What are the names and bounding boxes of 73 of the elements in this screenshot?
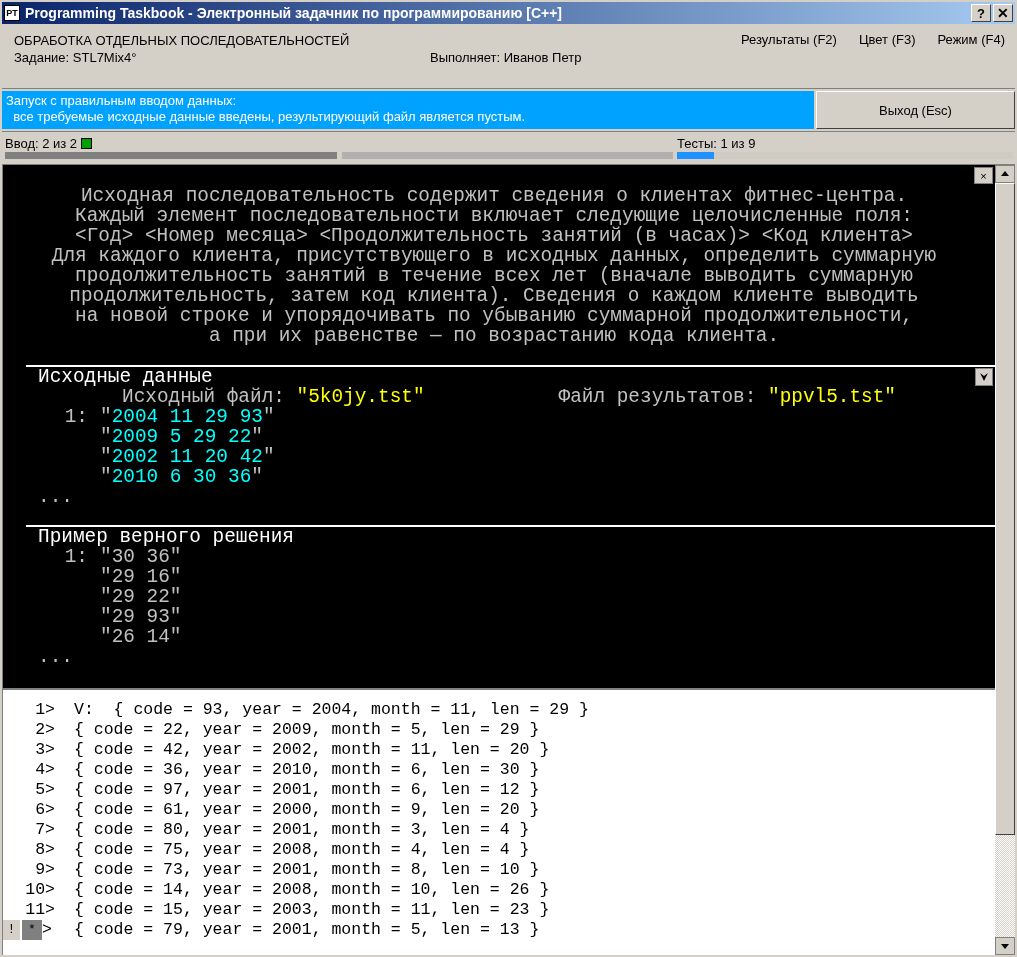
task-description-line: продолжительность занятий в течение всех лет (вначале выводить суммарную <box>75 266 913 286</box>
input-data-value: "2002 11 20 42" <box>100 447 275 467</box>
debug-output-line: { code = 36, year = 2010, month = 6, len = 30 } <box>74 760 540 780</box>
tests-count: Тесты: 1 из 9 <box>677 134 757 152</box>
title-bar-button[interactable]: ✕ <box>993 4 1013 22</box>
task-description-line: Для каждого клиента, присутствующего в исходных данных, определить суммарную <box>51 246 937 266</box>
data-index: 1: <box>64 547 88 567</box>
app-logo: PT <box>4 5 20 21</box>
debug-output-line: { code = 61, year = 2000, month = 9, len = 20 } <box>74 800 540 820</box>
line-number: 11> <box>24 900 55 920</box>
line-number: 4> <box>34 760 55 780</box>
example-data-value: "29 22" <box>100 587 182 607</box>
section-heading: Пример верного решения <box>38 527 294 547</box>
error-flag: ! <box>3 920 20 940</box>
task-description-line: продолжительность, затем код клиента). Сведения о каждом клиенте выводить <box>69 286 919 306</box>
collapse-icon[interactable] <box>975 368 993 386</box>
input-file-label: Исходный файл: <box>122 387 286 407</box>
close-button[interactable]: × <box>974 167 993 184</box>
debug-output-line: { code = 73, year = 2001, month = 8, len = 10 } <box>74 860 540 880</box>
example-data-value: "29 16" <box>100 567 182 587</box>
scroll-down-icon[interactable] <box>995 937 1015 955</box>
menu-item[interactable]: Результаты (F2) <box>740 32 837 47</box>
student-name: Выполняет: Иванов Петр <box>430 49 583 66</box>
line-number: 8> <box>34 840 55 860</box>
menu-item[interactable]: Цвет (F3) <box>858 32 916 47</box>
task-name: Задание: STL7Mix4° <box>14 49 138 66</box>
debug-output-line: { code = 75, year = 2008, month = 4, len = 4 } <box>74 840 530 860</box>
example-data-value: "29 93" <box>100 607 182 627</box>
result-file-label: Файл результатов: <box>558 387 758 407</box>
line-number: 5> <box>34 780 55 800</box>
menu-item[interactable]: Режим (F4) <box>937 32 1005 47</box>
line-number: 6> <box>34 800 55 820</box>
input-count: Ввод: 2 из 2 <box>5 135 78 151</box>
vertical-scrollbar[interactable] <box>995 165 1015 955</box>
message-line: все требуемые исходные данные введены, результирующий файл является пустым. <box>12 109 527 125</box>
scrollbar-thumb[interactable] <box>995 183 1015 835</box>
example-data-value: "26 14" <box>100 627 182 647</box>
debug-output-line: { code = 42, year = 2002, month = 11, len = 20 } <box>74 740 550 760</box>
exit-button[interactable]: Выход (Esc) <box>816 91 1015 129</box>
result-file-name: "ppvl5.tst" <box>768 387 896 407</box>
task-description-line: <Год> <Номер месяца> <Продолжительность занятий (в часах)> <Код клиента> <box>75 226 913 246</box>
message-line: Запуск с правильным вводом данных: <box>6 93 238 109</box>
debug-output-line: { code = 97, year = 2001, month = 6, len = 12 } <box>74 780 540 800</box>
ellipsis: ... <box>38 647 74 667</box>
line-number: 1> <box>34 700 55 720</box>
debug-output-line: { code = 22, year = 2009, month = 5, len = 29 } <box>74 720 540 740</box>
task-description-line: Исходная последовательность содержит сведения о клиентах фитнес-центра. <box>80 186 908 206</box>
task-description-line: Каждый элемент последовательности включает следующие целочисленные поля: <box>75 206 913 226</box>
title-bar-button[interactable]: ? <box>971 4 991 22</box>
line-number: 2> <box>34 720 55 740</box>
debug-output-line: { code = 15, year = 2003, month = 11, len = 23 } <box>74 900 550 920</box>
line-number: 7> <box>34 820 55 840</box>
task-description-line: а при их равенстве — по возрастанию кода клиента. <box>208 326 780 346</box>
scroll-up-icon[interactable] <box>995 165 1015 183</box>
input-data-value: "2009 5 29 22" <box>100 427 263 447</box>
input-data-value: "2004 11 29 93" <box>100 407 275 427</box>
debug-output-line: { code = 14, year = 2008, month = 10, len = 26 } <box>74 880 550 900</box>
debug-output-line: { code = 79, year = 2001, month = 5, len = 13 } <box>74 920 540 940</box>
line-number: 10> <box>24 880 55 900</box>
debug-output-line: { code = 80, year = 2001, month = 3, len = 4 } <box>74 820 530 840</box>
window-title: Programming Taskbook - Электронный задачник по программированию [C++] <box>25 5 564 21</box>
data-index: 1: <box>63 407 89 427</box>
line-number: 9> <box>34 860 55 880</box>
line-number: > <box>42 920 52 940</box>
input-file-name: "5k0jy.tst" <box>296 387 426 407</box>
task-description-line: на новой строке и упорядочивать по убыванию суммарной продолжительности, <box>75 306 913 326</box>
task-group-title: ОБРАБОТКА ОТДЕЛЬНЫХ ПОСЛЕДОВАТЕЛЬНОСТЕЙ <box>14 32 351 49</box>
line-number: 3> <box>34 740 55 760</box>
example-data-value: "30 36" <box>100 547 182 567</box>
ellipsis: ... <box>38 487 74 507</box>
section-heading: Исходные данные <box>38 367 213 387</box>
debug-output-line: V: { code = 93, year = 2004, month = 11, len = 29 } <box>74 700 589 720</box>
input-data-value: "2010 6 30 36" <box>100 467 263 487</box>
